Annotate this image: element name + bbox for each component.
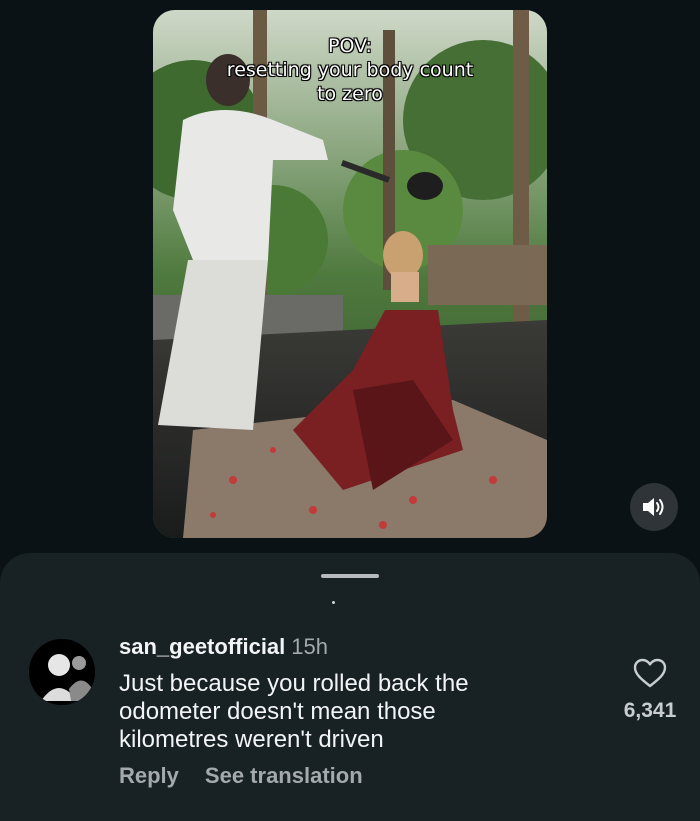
video-player[interactable]: POV: resetting your body count to zero <box>153 10 547 538</box>
avatar[interactable] <box>29 639 95 705</box>
sheet-drag-handle[interactable] <box>321 574 379 578</box>
comment-actions: Reply See translation <box>119 762 363 790</box>
comment-username[interactable]: san_geetofficial <box>119 634 285 659</box>
loading-dot <box>332 601 335 604</box>
comment-text-line-2: odometer doesn't mean those <box>119 698 436 725</box>
comment-text-line-1: Just because you rolled back the <box>119 670 469 697</box>
comment-header: san_geetofficial 15h <box>119 633 328 661</box>
avatar-image <box>29 639 95 705</box>
video-caption: POV: resetting your body count to zero <box>153 34 547 106</box>
caption-line-3: to zero <box>317 83 383 105</box>
video-area: POV: resetting your body count to zero <box>0 0 700 560</box>
comment-text: Just because you rolled back the odomete… <box>119 670 579 754</box>
comment-timestamp: 15h <box>291 634 328 659</box>
speaker-icon <box>643 498 664 516</box>
caption-line-2: resetting your body count <box>226 59 474 81</box>
caption-line-1: POV: <box>328 35 372 57</box>
comments-sheet: san_geetofficial 15h Just because you rol… <box>0 553 700 821</box>
reply-button[interactable]: Reply <box>119 763 179 788</box>
like-count: 6,341 <box>623 699 677 722</box>
sound-toggle-button[interactable] <box>630 483 678 531</box>
see-translation-button[interactable]: See translation <box>205 763 363 788</box>
heart-icon[interactable] <box>633 658 667 688</box>
like-control: 6,341 <box>618 658 682 728</box>
comment-text-line-3: kilometres weren't driven <box>119 726 384 753</box>
